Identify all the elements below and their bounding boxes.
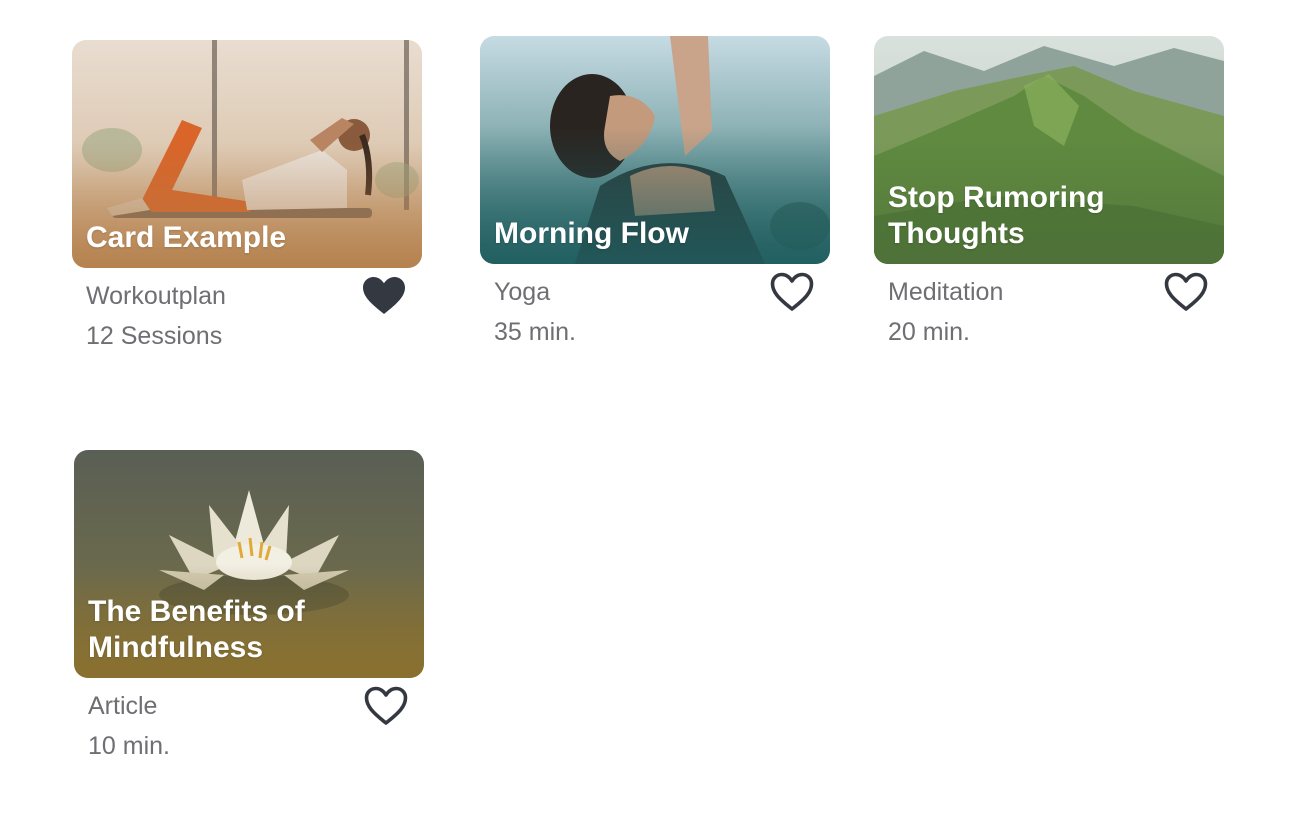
card-grid: Card Example Workoutplan 12 Sessions Mor… — [0, 0, 1308, 824]
card-image[interactable]: Card Example — [72, 40, 422, 268]
card-title: The Benefits of Mindfulness — [88, 595, 305, 664]
card-meta: Yoga 35 min. — [480, 264, 830, 362]
card-detail: 12 Sessions — [86, 322, 223, 350]
heart-filled-icon — [363, 277, 405, 314]
card-meta: Article 10 min. — [74, 678, 424, 776]
heart-outline-icon — [770, 272, 814, 311]
card-title: Card Example — [86, 221, 287, 254]
card-image[interactable]: Stop Rumoring Thoughts — [874, 36, 1224, 264]
content-card-workout[interactable]: Card Example Workoutplan 12 Sessions — [72, 40, 422, 366]
content-card-article[interactable]: The Benefits of Mindfulness Article 10 m… — [74, 450, 424, 776]
card-detail: 10 min. — [88, 732, 170, 760]
card-title: Stop Rumoring Thoughts — [888, 181, 1105, 250]
card-meta: Meditation 20 min. — [874, 264, 1224, 362]
card-image[interactable]: Morning Flow — [480, 36, 830, 264]
favorite-button[interactable] — [768, 270, 816, 314]
card-title: Morning Flow — [494, 217, 689, 250]
card-meta: Workoutplan 12 Sessions — [72, 268, 422, 366]
card-detail: 35 min. — [494, 318, 576, 346]
content-card-yoga[interactable]: Morning Flow Yoga 35 min. — [480, 36, 830, 362]
heart-outline-icon — [1164, 272, 1208, 311]
favorite-button[interactable] — [360, 274, 408, 318]
content-card-meditation[interactable]: Stop Rumoring Thoughts Meditation 20 min… — [874, 36, 1224, 362]
card-detail: 20 min. — [888, 318, 970, 346]
card-image[interactable]: The Benefits of Mindfulness — [74, 450, 424, 678]
favorite-button[interactable] — [362, 684, 410, 728]
favorite-button[interactable] — [1162, 270, 1210, 314]
heart-outline-icon — [364, 686, 408, 725]
